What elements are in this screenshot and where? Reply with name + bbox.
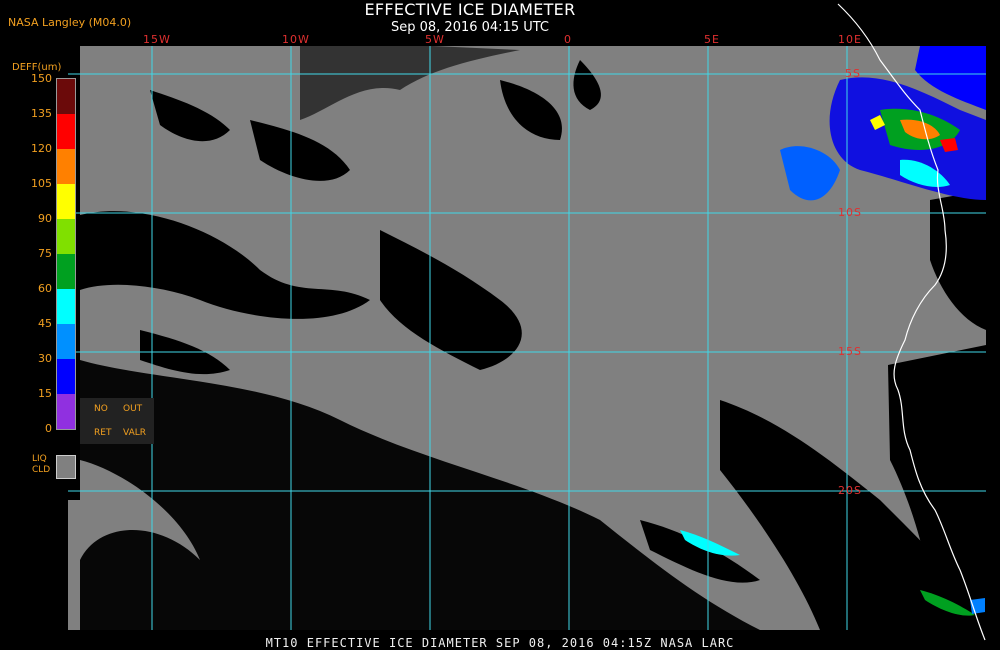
valr-label: VALR: [123, 428, 147, 438]
liquid-cloud-swatch: [56, 455, 76, 479]
lon-label-0: 0: [564, 33, 572, 46]
legend-tick-label: 15: [38, 387, 52, 400]
no-label: NO: [94, 404, 108, 414]
lon-label-5e: 5E: [704, 33, 720, 46]
legend-tick-label: 90: [38, 212, 52, 225]
legend-swatch: [57, 254, 75, 289]
legend-tick-label: 0: [45, 422, 52, 435]
lat-label-15s: 15S: [838, 345, 862, 358]
lon-label-15w: 15W: [143, 33, 171, 46]
legend-tick-label: 75: [38, 247, 52, 260]
legend-swatch: [57, 324, 75, 359]
legend-swatch: [57, 149, 75, 184]
legend-swatch: [57, 184, 75, 219]
legend-swatch: [57, 289, 75, 324]
liq-label: LIQ: [32, 454, 47, 464]
legend-tick-label: 105: [31, 177, 52, 190]
legend-tick-label: 135: [31, 107, 52, 120]
legend-swatch: [57, 359, 75, 394]
ret-label: RET: [94, 428, 112, 438]
lon-label-10w: 10W: [282, 33, 310, 46]
legend-colorbar: [56, 78, 76, 430]
footer-caption: MT10 EFFECTIVE ICE DIAMETER SEP 08, 2016…: [265, 636, 735, 650]
legend-tick-label: 45: [38, 317, 52, 330]
no-ret-out-valr-box: NO OUT RET VALR: [80, 398, 154, 444]
legend-swatch: [57, 219, 75, 254]
legend-tick-label: 60: [38, 282, 52, 295]
map-timestamp: Sep 08, 2016 04:15 UTC: [390, 20, 550, 35]
legend-swatch: [57, 394, 75, 429]
out-label: OUT: [123, 404, 143, 414]
lat-label-5s: 5S: [845, 67, 861, 80]
lon-label-10e: 10E: [838, 33, 862, 46]
legend-swatch: [57, 79, 75, 114]
lat-label-20s: 20S: [838, 484, 862, 497]
legend-tick-label: 120: [31, 142, 52, 155]
map-title: EFFECTIVE ICE DIAMETER: [364, 0, 576, 19]
legend-tick-label: 150: [31, 72, 52, 85]
source-label: NASA Langley (M04.0): [8, 16, 132, 29]
legend-tick-label: 30: [38, 352, 52, 365]
lat-label-10s: 10S: [838, 206, 862, 219]
cld-label: CLD: [32, 465, 51, 475]
lon-label-5w: 5W: [425, 33, 445, 46]
map-canvas: [68, 3, 986, 641]
legend-swatch: [57, 114, 75, 149]
